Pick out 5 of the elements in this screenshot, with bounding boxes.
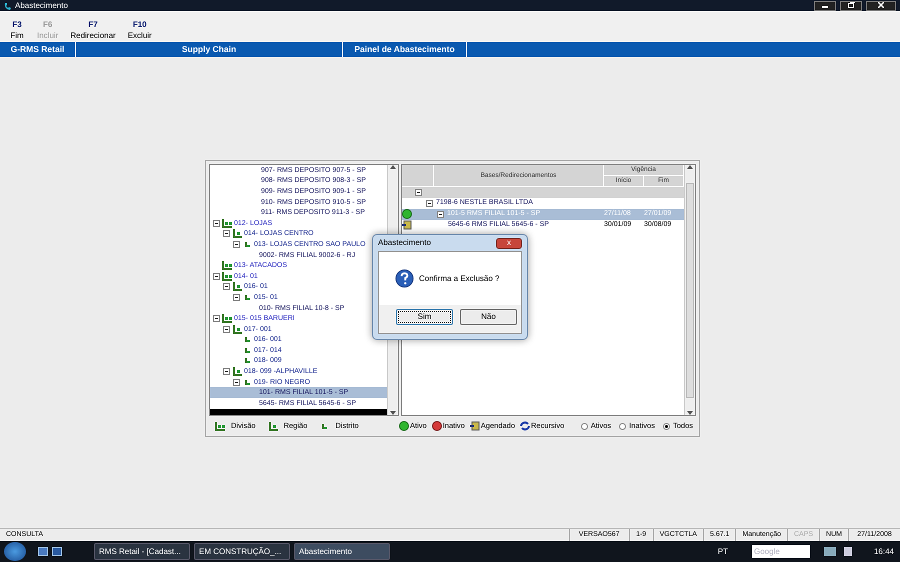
dialog-message: Confirma a Exclusão ? bbox=[419, 272, 500, 284]
window-title: Abastecimento bbox=[15, 0, 69, 12]
clock: 16:44 bbox=[874, 546, 894, 558]
language-indicator: PT bbox=[718, 546, 728, 558]
dialog-title: Abastecimento bbox=[378, 237, 431, 249]
